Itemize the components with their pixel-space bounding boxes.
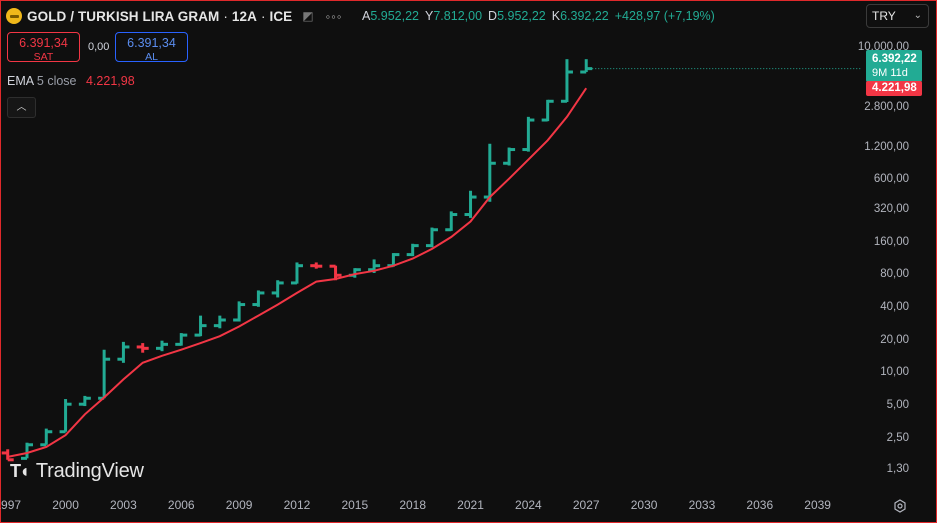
tradingview-mark-icon: T◖	[10, 461, 30, 481]
ohlc-bar	[290, 262, 303, 285]
y-tick-label: 20,00	[880, 333, 909, 346]
ohlc-bar	[233, 301, 246, 322]
x-tick-label: 2024	[515, 498, 542, 512]
more-dots-icon[interactable]: ◦◦◦	[326, 9, 343, 24]
ema-params: 5 close	[36, 74, 77, 88]
low-value: 5.952,22	[497, 9, 546, 23]
x-tick-label: 2030	[630, 498, 658, 512]
ohlc-bar	[560, 59, 573, 103]
ohlc-bar	[175, 333, 188, 346]
ohlc-bar	[78, 395, 91, 407]
ohlc-bar	[425, 227, 438, 248]
ohlc-bar	[580, 59, 593, 74]
y-tick-label: 2.800,00	[864, 100, 909, 113]
sell-price: 6.391,34	[19, 36, 68, 50]
sell-button[interactable]: 6.391,34 SAT	[7, 32, 80, 63]
sell-label: SAT	[33, 51, 54, 63]
spread-value: 0,00	[88, 41, 110, 53]
x-tick-label: 2012	[283, 498, 311, 512]
x-tick-label: 2027	[572, 498, 600, 512]
currency-value: TRY	[872, 9, 896, 23]
y-tick-label: 320,00	[873, 202, 909, 215]
separator: ·	[223, 8, 228, 24]
separator: ·	[260, 8, 266, 24]
ohlc-bar	[522, 116, 535, 152]
change-value: +428,97 (+7,19%)	[614, 9, 715, 23]
ohlc-bar	[406, 243, 419, 257]
ohlc-bar	[59, 399, 72, 434]
x-tick-label: 2006	[167, 498, 195, 512]
y-tick-label: 80,00	[880, 268, 909, 281]
ohlc-bar	[541, 99, 554, 122]
x-tick-label: 2000	[52, 498, 79, 512]
ohlc-bar	[503, 147, 516, 166]
exchange-label: ICE	[269, 8, 293, 24]
ema-price-tag: 4.221,98	[866, 81, 922, 96]
x-tick-label: 2039	[804, 498, 831, 512]
ohlc-readout: A5.952,22 Y7.812,00 D5.952,22 K6.392,22 …	[362, 9, 715, 23]
x-tick-label: 2015	[341, 498, 369, 512]
x-tick-label: 2036	[746, 498, 774, 512]
ema-name: EMA	[7, 74, 34, 88]
bar-countdown: 9M 11d	[872, 67, 908, 79]
ohlc-bar	[464, 190, 477, 218]
ohlc-bar	[1, 449, 14, 462]
ohlc-bar	[136, 343, 149, 353]
y-tick-label: 160,00	[873, 235, 909, 248]
ohlc-bar	[310, 262, 323, 269]
y-tick-label: 2,50	[886, 431, 909, 444]
close-label: K	[551, 9, 561, 23]
ohlc-bar	[98, 349, 111, 400]
gold-symbol-icon	[6, 8, 22, 24]
last-price-tag: 6.392,22 9M 11d	[866, 50, 922, 82]
ohlc-bar	[213, 315, 226, 329]
x-tick-label: 2033	[688, 498, 716, 512]
ohlc-bar	[445, 211, 458, 232]
symbol-title[interactable]: GOLD / TURKISH LIRA GRAM	[27, 9, 219, 24]
brand-name: TradingView	[35, 460, 144, 482]
low-label: D	[488, 9, 498, 23]
ohlc-bar	[271, 280, 284, 298]
y-tick-label: 10,00	[880, 366, 909, 379]
buy-label: AL	[145, 51, 158, 63]
ohlc-bar	[194, 315, 207, 337]
high-value: 7.812,00	[433, 9, 483, 23]
ema-value: 4.221,98	[85, 74, 135, 88]
ohlc-bar	[20, 442, 33, 460]
y-tick-label: 5,00	[886, 399, 909, 412]
price-chart[interactable]	[0, 0, 937, 523]
tradingview-logo[interactable]: T◖ TradingView	[10, 460, 144, 483]
expand-icon[interactable]: ◩	[302, 9, 313, 23]
open-value: 5.952,22	[370, 9, 420, 23]
collapse-indicators-button[interactable]: ︿	[7, 97, 36, 118]
x-tick-label: 2003	[110, 498, 137, 512]
y-tick-label: 600,00	[873, 173, 909, 186]
x-tick-label: 2018	[399, 498, 427, 512]
ohlc-bar	[155, 340, 168, 352]
interval-label[interactable]: 12A	[232, 9, 257, 24]
close-value: 6.392,22	[560, 9, 609, 23]
ohlc-bar	[252, 290, 265, 307]
x-tick-label: 2021	[457, 498, 484, 512]
ohlc-bar	[40, 428, 53, 447]
last-price-value: 6.392,22	[872, 53, 917, 65]
buy-price: 6.391,34	[127, 36, 176, 50]
x-tick-label: 1997	[0, 498, 22, 512]
chevron-down-icon: ⌄	[913, 10, 922, 21]
symbol-header[interactable]: GOLD / TURKISH LIRA GRAM · 12A · ICE ◩ ◦…	[6, 5, 342, 27]
buy-button[interactable]: 6.391,34 AL	[115, 32, 188, 63]
ohlc-bar	[117, 341, 130, 363]
chevron-up-icon: ︿	[16, 102, 27, 113]
currency-select[interactable]: TRY ⌄	[866, 4, 929, 28]
settings-gear-icon[interactable]	[893, 499, 907, 513]
y-tick-label: 1.200,00	[864, 140, 909, 153]
ema-legend[interactable]: EMA 5 close 4.221,98	[7, 74, 135, 88]
x-tick-label: 2009	[225, 498, 253, 512]
y-tick-label: 40,00	[880, 300, 909, 313]
y-tick-label: 1,30	[886, 462, 909, 475]
